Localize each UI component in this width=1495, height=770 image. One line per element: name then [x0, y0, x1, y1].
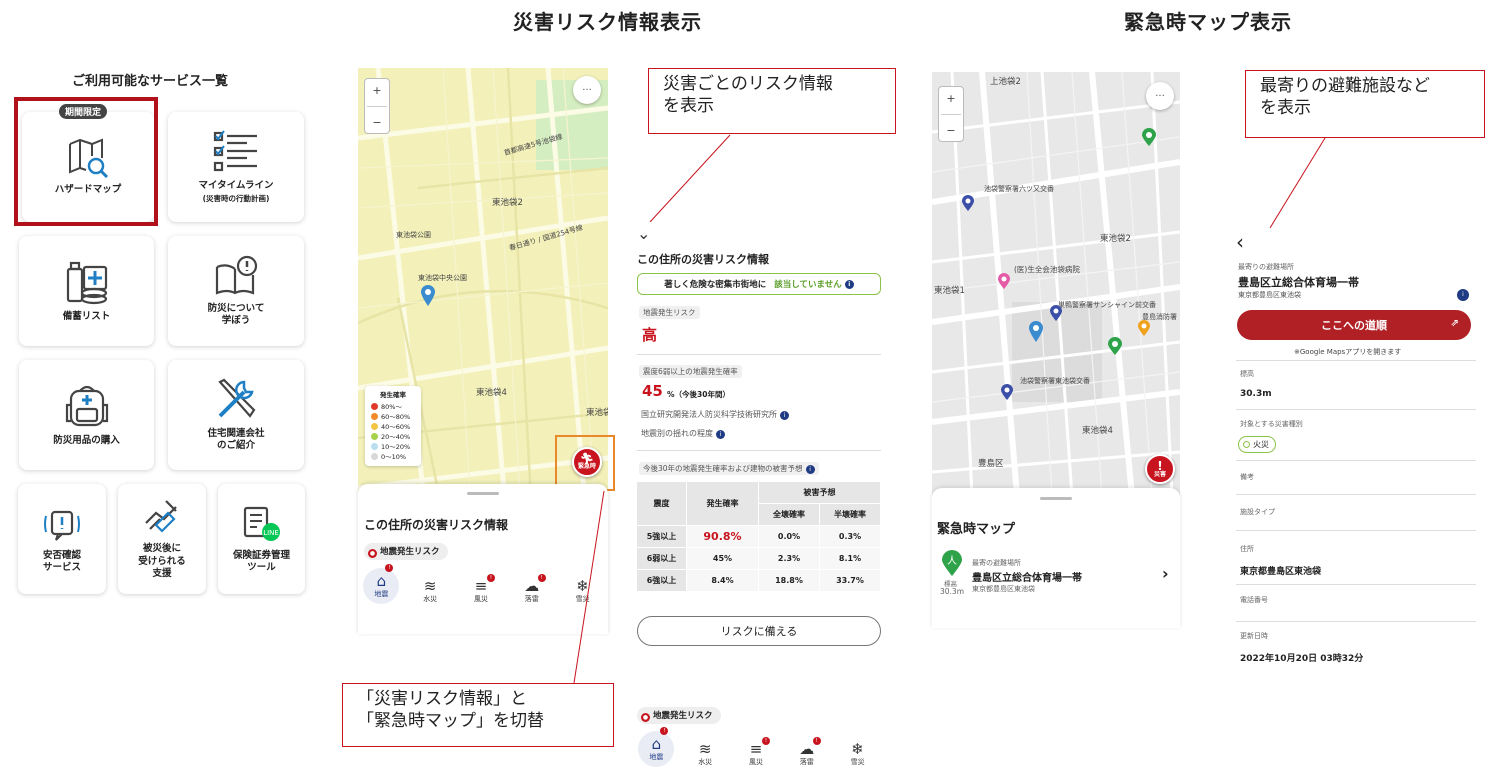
map-label: 豊島区 — [978, 459, 1004, 469]
flood-icon: ≋ — [698, 740, 712, 758]
nearest-label: 最寄の避難場所 — [972, 559, 1021, 567]
risk-panel-footer: ● 地震発生リスク ⌂! 地震 ≋ 水災 ≡! 風災 ☁! 落雷 ❄ 雪災 — [633, 703, 883, 770]
tab-lightning[interactable]: ☁! 落雷 — [787, 737, 827, 767]
risk-detail-panel: ⌄ この住所の災害リスク情報 著しく危険な密集市街地に 該当していません i 地… — [633, 222, 883, 652]
map-label: (医)生全会池袋病院 — [1014, 265, 1080, 274]
nearest-label: 最寄りの避難場所 — [1238, 263, 1294, 271]
map-label: 巣鴨警察署サンシャイン前交番 — [1058, 301, 1156, 309]
forecast-tag: 今後30年の地震発生確率および建物の被害予想 i — [639, 462, 819, 475]
quake-risk-chip[interactable]: ● 地震発生リスク — [637, 707, 721, 724]
divider — [1236, 530, 1476, 531]
probability-tag: 震度6弱以上の地震発生確率 — [639, 365, 742, 378]
divider — [1236, 584, 1476, 585]
info-icon[interactable]: i — [780, 411, 789, 420]
tab-snow[interactable]: ❄ 雪災 — [838, 741, 878, 767]
table-header: 発生確率 — [686, 481, 759, 526]
info-icon[interactable]: i — [805, 465, 815, 474]
elevation-label: 標高 — [1240, 370, 1254, 378]
divider — [1236, 360, 1476, 361]
divider — [1236, 621, 1476, 622]
table-row: 5強以上 90.8% 0.0% 0.3% — [636, 525, 881, 548]
elevation-value: 30.3m — [1240, 389, 1272, 399]
route-note: ※Google Mapsアプリを開きます — [1294, 348, 1402, 356]
table-row: 6強以上 8.4% 18.8% 33.7% — [636, 569, 881, 592]
tab-wind[interactable]: ≡! 風災 — [736, 737, 776, 767]
dense-area-status: 著しく危険な密集市街地に 該当していません i — [637, 273, 881, 295]
wind-icon: ≡ — [749, 740, 763, 758]
shake-level-link[interactable]: 地震別の揺れの程度 i — [641, 428, 725, 439]
elevation-value: 30.3m — [940, 587, 965, 596]
table-header: 半壊確率 — [819, 503, 881, 526]
back-chevron-icon[interactable]: ‹ — [1236, 230, 1244, 254]
info-icon[interactable]: i — [1457, 289, 1469, 301]
map-label: 東池袋4 — [1082, 426, 1113, 436]
nearest-shelter-item[interactable]: 人 標高 30.3m 最寄の避難場所 豊島区立総合体育場一帯 東京都豊島区東池袋… — [940, 548, 1178, 604]
prepare-risk-button[interactable]: リスクに備える — [637, 616, 881, 646]
remarks-label: 備考 — [1240, 473, 1254, 481]
address-value: 東京都豊島区東池袋 — [1240, 567, 1322, 577]
map-label: 池袋警察署六ツ又交番 — [984, 185, 1054, 193]
probability-unit: %（今後30年間） — [667, 390, 730, 399]
map-label: 東池袋2 — [1100, 234, 1131, 244]
shelter-address: 東京都豊島区東池袋 — [972, 585, 1035, 593]
collapse-chevron-icon[interactable]: ⌄ — [637, 224, 650, 243]
info-icon[interactable]: i — [844, 279, 854, 289]
shelter-name: 豊島区立総合体育場一帯 — [972, 573, 1082, 584]
shelter-marker-icon: 人 — [942, 550, 962, 580]
map-label: 東池袋1 — [934, 286, 965, 296]
disaster-tab-bar: ⌂! 地震 ≋ 水災 ≡! 風災 ☁! 落雷 ❄ 雪災 — [633, 727, 883, 767]
emergency-bottom-sheet: 緊急時マップ 人 標高 30.3m 最寄の避難場所 豊島区立総合体育場一帯 東京… — [932, 488, 1180, 628]
risk-panel-title: この住所の災害リスク情報 — [637, 253, 769, 266]
shelter-name: 豊島区立総合体育場一帯 — [1238, 276, 1359, 289]
probability-value: 45 — [642, 382, 663, 400]
tab-flood[interactable]: ≋ 水災 — [685, 741, 725, 767]
divider — [1236, 409, 1476, 410]
lightning-icon: ☁ — [799, 740, 815, 758]
disaster-toggle-button[interactable]: ! 災害 — [1145, 454, 1175, 484]
updated-label: 更新日時 — [1240, 632, 1268, 640]
directions-button[interactable]: ここへの道順 ⇗ — [1237, 310, 1471, 340]
divider — [637, 354, 881, 355]
emergency-map-view[interactable]: 上池袋2 池袋警察署六ツ又交番 東池袋2 (医)生全会池袋病院 東池袋1 巣鴨警… — [932, 72, 1180, 496]
zoom-divider — [941, 113, 961, 115]
table-header: 被害予想 — [758, 481, 881, 504]
shelter-address: 東京都豊島区東池袋 — [1238, 291, 1301, 299]
dense-area-value: 該当していません — [774, 280, 842, 290]
map-label: 池袋警察署東池袋交番 — [1020, 377, 1090, 385]
divider — [1236, 460, 1476, 461]
zoom-in-button[interactable]: + — [946, 92, 955, 105]
chevron-right-icon: › — [1162, 564, 1169, 583]
disaster-type-tag: 火災 — [1238, 436, 1276, 453]
callout-switch: 「災害リスク情報」と 「緊急時マップ」を切替 — [342, 683, 614, 747]
external-link-icon: ⇗ — [1450, 318, 1459, 329]
earthquake-icon: ⌂ — [651, 735, 662, 753]
snow-icon: ❄ — [851, 740, 864, 758]
emergency-sheet-title: 緊急時マップ — [937, 522, 1016, 537]
sheet-handle[interactable] — [1040, 497, 1072, 500]
divider — [1236, 494, 1476, 495]
damage-forecast-table: 震度 発生確率 被害予想 全壊確率 半壊確率 5強以上 90.8% 0.0% 0… — [636, 481, 881, 592]
table-header: 全壊確率 — [758, 503, 820, 526]
tab-earthquake[interactable]: ⌂! 地震 — [638, 727, 675, 767]
zoom-control: + − — [938, 86, 964, 142]
disaster-type-label: 対象とする災害種別 — [1240, 420, 1303, 428]
callout-risk-info: 災害ごとのリスク情報 を表示 — [648, 68, 896, 134]
shelter-detail-panel: ‹ 最寄りの避難場所 豊島区立総合体育場一帯 東京都豊島区東池袋 i ここへの道… — [1236, 230, 1476, 670]
map-label: 上池袋2 — [990, 77, 1021, 87]
callout-shelter: 最寄りの避難施設など を表示 — [1245, 70, 1485, 138]
phone-label: 電話番号 — [1240, 596, 1268, 604]
quake-risk-value: 高 — [642, 326, 658, 344]
updated-value: 2022年10月20日 03時32分 — [1240, 654, 1364, 664]
zoom-out-button[interactable]: − — [946, 124, 955, 137]
more-options-button[interactable]: ··· — [1146, 82, 1174, 110]
facility-type-label: 施設タイプ — [1240, 508, 1275, 516]
address-label: 住所 — [1240, 545, 1254, 553]
svg-text:人: 人 — [947, 555, 957, 567]
table-header: 震度 — [636, 481, 687, 526]
info-icon[interactable]: i — [716, 430, 725, 439]
data-source: 国立研究開発法人防災科学技術研究所 i — [641, 409, 789, 420]
table-row: 6弱以上 45% 2.3% 8.1% — [636, 547, 881, 570]
divider — [637, 450, 881, 451]
quake-risk-tag: 地震発生リスク — [639, 306, 700, 319]
